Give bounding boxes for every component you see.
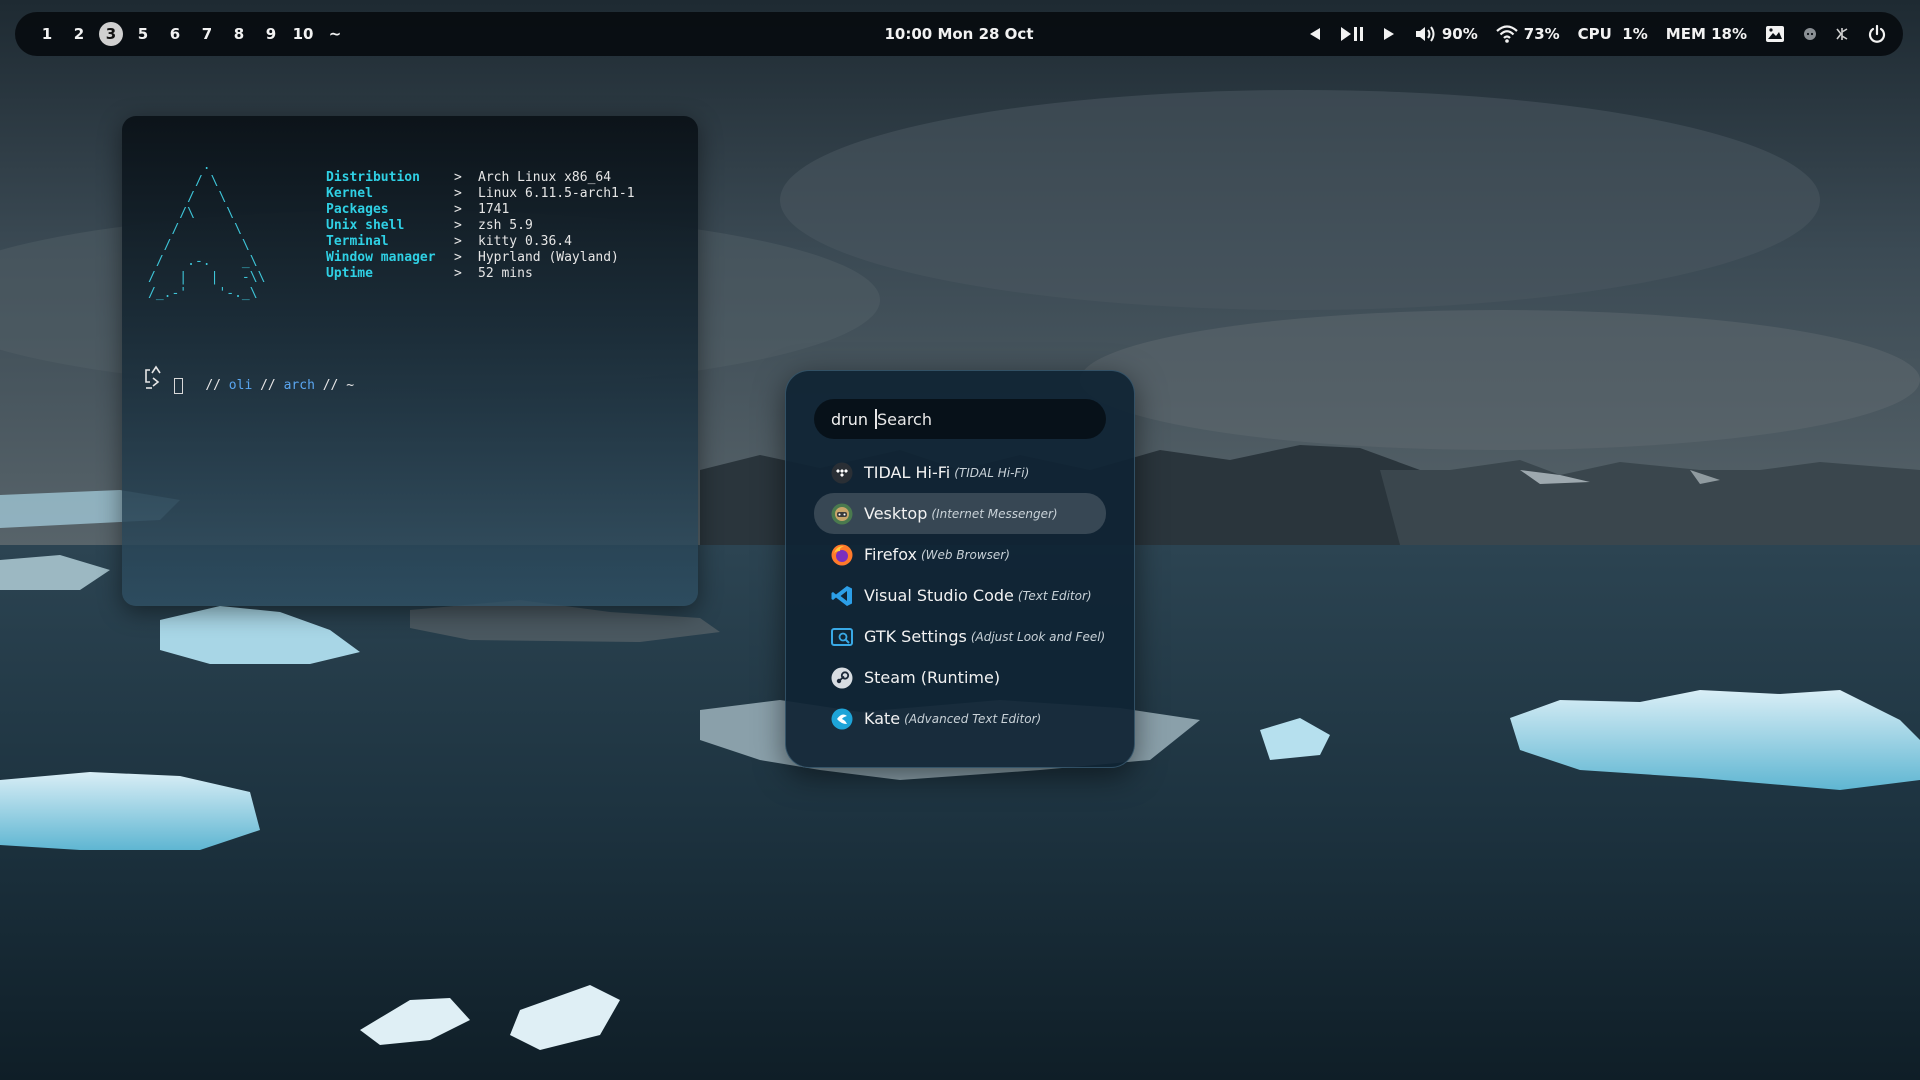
info-value: kitty 0.36.4 [478, 234, 572, 249]
launcher-result-item[interactable]: Kate (Advanced Text Editor) [814, 698, 1106, 739]
volume-level: 90% [1441, 25, 1478, 43]
power-icon [1868, 24, 1886, 43]
vesktop-icon [831, 503, 853, 525]
info-separator: > [454, 202, 462, 217]
launcher-result-item[interactable]: TIDAL Hi-Fi (TIDAL Hi-Fi) [814, 452, 1106, 493]
info-key: Window manager [326, 250, 436, 265]
play-pause-icon [1340, 27, 1363, 41]
tidal-icon [831, 462, 853, 484]
shell-prompt: // oli // arch // ~ [174, 362, 354, 410]
status-area: 90% 73% CPU 1% MEM 18% [1290, 12, 1887, 56]
launcher-results: TIDAL Hi-Fi (TIDAL Hi-Fi) Vesktop (Internet… [814, 452, 1106, 739]
result-description: (Advanced Text Editor) [904, 711, 1042, 726]
volume-icon [1415, 26, 1435, 42]
info-value: zsh 5.9 [478, 218, 533, 233]
image-icon [1766, 26, 1784, 42]
result-name: Steam (Runtime) [864, 668, 1001, 687]
info-row: Window manager > Hyprland (Wayland) [326, 250, 635, 266]
vpn-icon [1836, 28, 1848, 40]
launcher-search-box[interactable]: drun [814, 399, 1106, 439]
info-separator: > [454, 234, 462, 249]
system-info: Distribution > Arch Linux x86_64 Kernel > Lin… [326, 170, 635, 282]
tray-network-button[interactable] [1835, 26, 1849, 42]
kate-icon [831, 708, 853, 730]
prompt-separator: // [205, 378, 229, 393]
info-key: Distribution [326, 170, 420, 185]
info-value: Hyprland (Wayland) [478, 250, 619, 265]
info-value: 1741 [478, 202, 510, 217]
result-name: Firefox [864, 545, 917, 564]
result-name: Visual Studio Code [864, 586, 1014, 605]
prompt-path: ~ [346, 378, 355, 393]
media-play-pause-button[interactable] [1340, 26, 1364, 42]
memory-usage[interactable]: MEM 18% [1666, 25, 1747, 43]
launcher-result-item[interactable]: Vesktop (Internet Messenger) [814, 493, 1106, 534]
vscode-icon [831, 585, 853, 607]
info-row: Terminal > kitty 0.36.4 [326, 234, 635, 250]
info-key: Terminal [326, 234, 389, 249]
steam-icon [831, 667, 853, 689]
result-description: (Adjust Look and Feel) [970, 629, 1106, 644]
launcher-result-item[interactable]: Visual Studio Code (Text Editor) [814, 575, 1106, 616]
wifi-icon [1496, 25, 1518, 43]
info-separator: > [454, 250, 462, 265]
top-bar: 1 2 3 5 6 7 8 9 10 ~ 10:00 Mon 28 Oct 90% 73% CPU… [15, 12, 1903, 56]
prompt-separator: // [314, 378, 347, 393]
prompt-user: oli [228, 378, 253, 393]
info-row: Unix shell > zsh 5.9 [326, 218, 635, 234]
terminal-cursor [174, 378, 183, 394]
wallpaper-button[interactable] [1765, 25, 1785, 43]
result-name: GTK Settings [864, 627, 967, 646]
wifi-indicator[interactable]: 73% [1496, 25, 1560, 43]
result-name: Vesktop [864, 504, 928, 523]
power-button[interactable] [1867, 24, 1887, 44]
media-next-button[interactable] [1382, 27, 1396, 41]
launcher-result-item[interactable]: Steam (Runtime) [814, 657, 1106, 698]
media-previous-button[interactable] [1308, 27, 1322, 41]
info-value: 52 mins [478, 266, 533, 281]
info-row: Uptime >52 mins [326, 266, 635, 282]
next-icon [1383, 28, 1394, 40]
info-key: Packages [326, 202, 389, 217]
terminal-window[interactable]: . / \ / \ /\ \ / \ / \ / .-. _\ / | | -\… [122, 116, 698, 606]
prompt-host: arch [283, 378, 315, 393]
result-name: TIDAL Hi-Fi [864, 463, 951, 482]
arch-ascii-logo: . / \ / \ /\ \ / \ / \ / .-. _\ / | | -\… [148, 158, 266, 301]
info-separator: > [454, 170, 462, 185]
info-value: Linux 6.11.5-arch1-1 [478, 186, 635, 201]
launcher-result-item[interactable]: Firefox (Web Browser) [814, 534, 1106, 575]
info-row: Packages >1741 [326, 202, 635, 218]
tray-app-button[interactable] [1803, 27, 1817, 41]
prompt-separator: // [252, 378, 284, 393]
volume-indicator[interactable]: 90% [1414, 25, 1478, 43]
info-key: Uptime [326, 266, 373, 281]
info-separator: > [454, 218, 462, 233]
info-separator: > [454, 186, 462, 201]
result-description: (Web Browser) [920, 547, 1010, 562]
info-key: Unix shell [326, 218, 405, 233]
result-description: (Text Editor) [1017, 588, 1092, 603]
cpu-usage[interactable]: CPU 1% [1578, 25, 1648, 43]
firefox-icon [831, 544, 853, 566]
info-row: Distribution > Arch Linux x86_64 [326, 170, 635, 186]
discord-tray-icon [1804, 28, 1816, 40]
search-input[interactable] [877, 409, 1078, 429]
result-name: Kate [864, 709, 901, 728]
gtk-settings-icon [831, 626, 853, 648]
launcher-result-item[interactable]: GTK Settings (Adjust Look and Feel) [814, 616, 1106, 657]
result-description: (Internet Messenger) [931, 506, 1058, 521]
wifi-strength: 73% [1523, 25, 1560, 43]
info-value: Arch Linux x86_64 [478, 170, 612, 185]
app-launcher: drun TIDAL Hi-Fi(TIDAL Hi-Fi)Vesktop(Int… [785, 370, 1135, 768]
launcher-mode-label: drun [831, 409, 869, 429]
info-row: Kernel > Linux 6.11.5-arch1-1 [326, 186, 635, 202]
result-description: (TIDAL Hi-Fi) [954, 465, 1030, 480]
info-separator: > [454, 266, 462, 281]
info-key: Kernel [326, 186, 373, 201]
prompt-icon [145, 365, 161, 389]
previous-icon [1309, 28, 1320, 40]
